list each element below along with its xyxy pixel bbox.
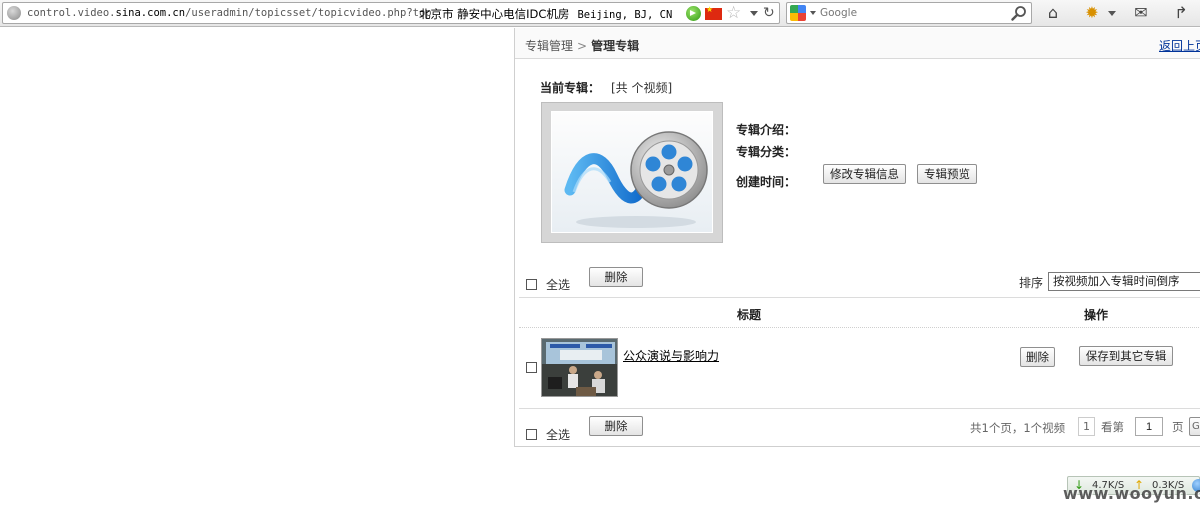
album-category-label: 专辑分类： — [736, 145, 797, 159]
google-engine-icon[interactable] — [790, 5, 806, 21]
bookmark-star-icon[interactable]: ☆ — [726, 3, 741, 23]
video-count: [共 个视频] — [611, 81, 673, 95]
pagination-info: 共1个页，1个视频 — [970, 421, 1066, 435]
search-input[interactable] — [820, 5, 1005, 21]
search-icon[interactable] — [1011, 5, 1027, 21]
row-checkbox[interactable] — [526, 362, 537, 373]
current-album-label: 当前专辑： — [540, 81, 601, 95]
screen: control.video.sina.com.cn/useradmin/topi… — [0, 0, 1200, 505]
page-suffix-label: 页 — [1172, 420, 1184, 434]
breadcrumb: 专辑管理 > 管理专辑 — [525, 37, 639, 54]
watermark: www.wooyun.org — [1063, 484, 1200, 503]
share-icon[interactable]: ↱ — [1170, 3, 1192, 23]
album-created-label: 创建时间： — [736, 175, 797, 189]
video-thumbnail[interactable] — [541, 338, 618, 397]
goto-page-input[interactable] — [1135, 417, 1163, 436]
album-preview-button[interactable]: 专辑预览 — [917, 164, 977, 184]
mail-icon[interactable]: ✉ — [1130, 3, 1152, 23]
select-all-checkbox-top[interactable] — [526, 279, 537, 290]
delete-selected-button-top[interactable]: 删除 — [589, 267, 643, 287]
search-bar — [786, 2, 1032, 24]
page-number-1[interactable]: 1 — [1078, 417, 1095, 436]
album-manage-panel: 专辑管理 >管理专辑 返回上页 当前专辑： [共 个视频] — [514, 28, 1200, 447]
select-all-label-bottom: 全选 — [546, 428, 571, 442]
sort-select[interactable]: 按视频加入专辑时间倒序 — [1048, 272, 1200, 291]
select-all-label-top: 全选 — [546, 278, 571, 292]
save-to-other-album-button[interactable]: 保存到其它专辑 — [1079, 346, 1173, 366]
list-header: 标题 操作 — [519, 297, 1200, 328]
url-text[interactable]: control.video.sina.com.cn/useradmin/topi… — [27, 7, 432, 19]
delete-selected-button-bottom[interactable]: 删除 — [589, 416, 643, 436]
column-operations: 操作 — [1084, 308, 1109, 322]
panel-header: 专辑管理 >管理专辑 返回上页 — [515, 28, 1200, 59]
url-history-dropdown-icon[interactable] — [750, 11, 758, 16]
edit-album-button[interactable]: 修改专辑信息 — [823, 164, 906, 184]
video-thumbnail-image — [542, 339, 617, 396]
url-domain: sina.com.cn — [115, 7, 186, 19]
url-path: /useradmin/topicsset/topicvideo.php?top — [185, 7, 432, 19]
breadcrumb-current: 管理专辑 — [591, 39, 640, 53]
search-engine-dropdown-icon[interactable] — [810, 11, 816, 15]
geo-region: Beijing, BJ, CN — [577, 9, 673, 21]
film-reel-icon — [564, 131, 708, 228]
go-page-button[interactable]: GO — [1189, 417, 1200, 436]
video-title-link[interactable]: 公众演说与影响力 — [623, 347, 719, 364]
geo-city: 北京市 静安中心电信IDC机房 — [419, 7, 570, 21]
album-cover-image — [551, 111, 713, 233]
sort-label: 排序 — [1019, 276, 1044, 290]
reload-icon[interactable]: ↻ — [763, 4, 775, 22]
goto-page-label: 看第 — [1101, 420, 1124, 434]
back-link[interactable]: 返回上页 — [1159, 37, 1200, 54]
sort-selected-value: 按视频加入专辑时间倒序 — [1053, 274, 1180, 288]
delete-video-button[interactable]: 删除 — [1020, 347, 1055, 367]
breadcrumb-parent[interactable]: 专辑管理 — [525, 39, 573, 53]
browser-toolbar: control.video.sina.com.cn/useradmin/topi… — [0, 0, 1200, 27]
globe-icon — [7, 6, 21, 20]
go-arrow-icon[interactable] — [686, 6, 701, 21]
geo-location: 北京市 静安中心电信IDC机房 Beijing, BJ, CN — [419, 6, 672, 22]
list-footer-divider — [519, 408, 1200, 409]
address-bar[interactable]: control.video.sina.com.cn/useradmin/topi… — [2, 2, 780, 24]
breadcrumb-separator: > — [577, 39, 588, 53]
select-all-checkbox-bottom[interactable] — [526, 429, 537, 440]
album-cover-frame — [541, 102, 723, 243]
home-icon[interactable]: ⌂ — [1042, 3, 1064, 23]
album-intro-label: 专辑介绍： — [736, 123, 797, 137]
url-prefix: control.video. — [27, 7, 116, 19]
addon-dropdown-icon[interactable] — [1108, 11, 1116, 16]
addon-icon[interactable]: ✹ — [1082, 3, 1102, 23]
china-flag-icon — [705, 5, 722, 20]
column-title: 标题 — [737, 308, 762, 322]
